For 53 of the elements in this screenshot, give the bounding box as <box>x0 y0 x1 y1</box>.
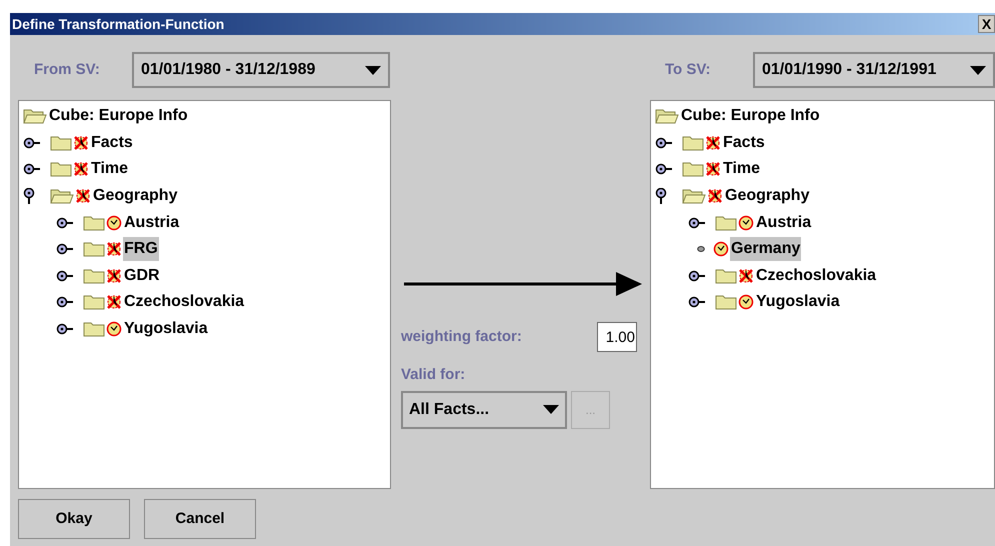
folder-icon <box>83 241 105 258</box>
tree-item[interactable]: Facts <box>90 130 134 155</box>
tree-item[interactable]: Cube: Europe Info <box>680 104 821 128</box>
from-sv-label: From SV: <box>34 60 101 80</box>
to-sv-dropdown[interactable]: 01/01/1990 - 31/12/1991 <box>753 52 995 88</box>
tree-item[interactable]: Geography <box>92 184 178 208</box>
open-folder-icon <box>50 188 74 204</box>
valid-for-label: Valid for: <box>401 365 466 385</box>
cancel-button[interactable]: Cancel <box>144 499 256 539</box>
folder-icon <box>83 294 105 310</box>
tree-item[interactable]: Czechoslovakia <box>755 264 878 288</box>
dropdown-arrow-icon <box>970 66 986 74</box>
tree-item[interactable]: FRG <box>123 237 159 262</box>
tree-item[interactable]: Yugoslavia <box>123 317 209 342</box>
from-sv-dropdown[interactable]: 01/01/1980 - 31/12/1989 <box>132 52 390 88</box>
tree-item[interactable]: Facts <box>722 130 766 155</box>
window-title: Define Transformation-Function <box>12 14 224 34</box>
okay-button[interactable]: Okay <box>18 499 130 539</box>
folder-icon <box>83 268 105 284</box>
tree-item[interactable]: Time <box>90 157 130 182</box>
weighting-factor-field[interactable]: 1.00 <box>597 322 637 352</box>
to-sv-label: To SV: <box>665 60 712 80</box>
tree-item[interactable]: Yugoslavia <box>755 290 841 314</box>
open-folder-icon <box>682 188 706 204</box>
tree-item[interactable]: Czechoslovakia <box>123 290 246 314</box>
folder-icon <box>83 214 105 231</box>
open-folder-icon <box>655 108 679 124</box>
tree-item[interactable]: Cube: Europe Info <box>48 104 189 128</box>
dropdown-arrow-icon <box>543 405 559 414</box>
folder-icon <box>682 161 704 178</box>
valid-for-dropdown[interactable]: All Facts... <box>401 390 567 428</box>
folder-icon <box>715 268 737 284</box>
dropdown-value: 01/01/1990 - 31/12/1991 <box>762 60 936 80</box>
tree-item[interactable]: Austria <box>123 210 180 235</box>
dropdown-value: 01/01/1980 - 31/12/1989 <box>141 60 316 80</box>
tree-item[interactable]: Germany <box>730 237 802 262</box>
folder-icon <box>83 321 105 338</box>
folder-icon <box>682 134 704 151</box>
close-button[interactable]: X <box>978 15 995 33</box>
folder-icon <box>50 161 72 178</box>
tree-item[interactable]: Time <box>722 157 762 182</box>
dropdown-arrow-icon <box>365 66 381 74</box>
folder-icon <box>715 214 737 231</box>
tree-item[interactable]: Austria <box>755 210 812 235</box>
open-folder-icon <box>23 108 47 124</box>
tree-item[interactable]: GDR <box>123 264 161 288</box>
tree-item[interactable]: Geography <box>724 184 810 208</box>
leaf-dot-icon <box>697 246 705 252</box>
weighting-factor-label: weighting factor: <box>401 326 522 347</box>
arrow-icon <box>404 270 642 298</box>
dropdown-value: All Facts... <box>409 400 490 420</box>
folder-icon <box>50 134 72 151</box>
folder-icon <box>715 294 737 310</box>
